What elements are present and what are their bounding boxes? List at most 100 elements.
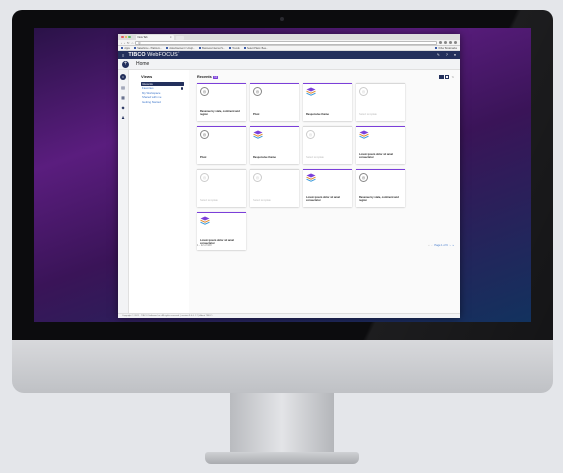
- recent-item-name: Lorem ipsum dolor sit amet consectetur: [306, 195, 341, 202]
- monitor-chin: [12, 340, 553, 393]
- tools-icon[interactable]: ✎: [437, 53, 440, 57]
- recent-item-card[interactable]: Lorem ipsum dolor sit amet consectetur: [356, 126, 405, 164]
- address-bar[interactable]: Q: [135, 40, 437, 45]
- extension-icon[interactable]: [444, 41, 447, 44]
- bookmark-item[interactable]: Trends: [228, 47, 240, 50]
- bookmark-item[interactable]: Business Internet S...: [198, 46, 225, 50]
- home-rail-icon[interactable]: ⌂: [120, 74, 126, 80]
- recent-item-card[interactable]: Lorem ipsum dolor sit amet consectetur: [303, 169, 352, 207]
- recent-item-name: Lorem ipsum dolor sit amet consectetur: [359, 152, 394, 159]
- page-text: Page 1 of 9: [434, 244, 448, 247]
- recent-item-card[interactable]: ◎ Select template: [303, 126, 352, 164]
- app-header: ≡ TIBCO WebFOCUS® ✎ ? ●: [118, 51, 460, 59]
- content-rail-icon[interactable]: ▤: [121, 85, 125, 90]
- new-tab-button[interactable]: [175, 35, 184, 40]
- views-title: Views: [141, 74, 153, 79]
- forward-icon[interactable]: ›: [124, 41, 125, 45]
- header-icons: ✎ ? ●: [437, 53, 456, 57]
- window-controls: [121, 35, 131, 39]
- data-rail-icon[interactable]: ▦: [121, 95, 125, 100]
- recent-item-name: Select template: [200, 198, 218, 202]
- first-page-icon[interactable]: «: [428, 244, 429, 247]
- browser-window: New Tab × ‹ › ↻ ⌂ Q Apps Salesforce - Pl…: [118, 34, 460, 318]
- recent-item-card[interactable]: ◎ Select template: [197, 169, 246, 207]
- folder-icon: [435, 46, 438, 50]
- bookmark-item[interactable]: Advertisement / Unspl...: [165, 47, 195, 50]
- hamburger-menu-icon[interactable]: ≡: [122, 53, 124, 58]
- pager: « ‹ Page 1 of 9 › »: [428, 244, 454, 247]
- last-page-icon[interactable]: »: [453, 244, 454, 247]
- pagination-bar: 1 - 12 of 100 « ‹ Page 1 of 9 › »: [197, 244, 454, 247]
- recent-item-card[interactable]: ◎ Revenue by state, continent and region: [197, 83, 246, 121]
- recent-item-name: Select template: [306, 155, 324, 159]
- view-getting-started[interactable]: Getting Started: [141, 100, 184, 104]
- home-icon[interactable]: ⌂: [132, 41, 134, 45]
- create-new-button[interactable]: +: [122, 60, 129, 68]
- recents-grid: ◎ Revenue by state, continent and region ◎…: [197, 83, 454, 250]
- people-rail-icon[interactable]: ♟: [121, 115, 125, 120]
- chart-icon: ◎: [253, 87, 262, 96]
- prev-page-icon[interactable]: ‹: [432, 244, 433, 247]
- bookmark-star-icon[interactable]: [439, 41, 442, 44]
- next-page-icon[interactable]: ›: [450, 244, 451, 247]
- bookmark-item[interactable]: Select Plans: Bea...: [243, 46, 268, 50]
- recent-item-card[interactable]: Responsive theme: [250, 126, 299, 164]
- bookmark-icon: [243, 46, 246, 50]
- page-header: + Home: [118, 59, 460, 70]
- grid-view-icon[interactable]: [439, 74, 444, 80]
- layers-icon: [200, 216, 210, 225]
- profile-icon[interactable]: [449, 41, 452, 44]
- list-view-icon[interactable]: [445, 74, 450, 80]
- recent-item-card[interactable]: ◎ Pivot: [250, 83, 299, 121]
- layers-icon: [253, 130, 263, 139]
- other-bookmarks[interactable]: Other Bookmarks: [435, 47, 457, 50]
- chart-icon: ◎: [200, 173, 209, 182]
- recent-item-card[interactable]: ◎ Pivot: [197, 126, 246, 164]
- app-logo: TIBCO WebFOCUS®: [128, 52, 180, 58]
- maximize-window-button[interactable]: [128, 35, 131, 39]
- chart-icon: ◎: [200, 87, 209, 96]
- reload-icon[interactable]: ↻: [127, 41, 130, 45]
- tab-close-icon[interactable]: ×: [170, 36, 172, 39]
- bookmark-item[interactable]: Apps: [121, 47, 130, 50]
- apps-rail-icon[interactable]: ◆: [121, 105, 124, 110]
- chart-icon: ◎: [359, 173, 368, 182]
- chart-icon: ◎: [359, 87, 368, 96]
- recent-item-card[interactable]: ◎ Revenue by state, continent and region: [356, 169, 405, 207]
- camera: [280, 17, 284, 21]
- recent-item-name: Revenue by state, continent and region: [200, 109, 240, 116]
- bookmark-icon: [198, 46, 202, 50]
- recent-item-card[interactable]: Responsive theme: [303, 83, 352, 121]
- user-icon[interactable]: ●: [454, 53, 456, 57]
- menu-icon[interactable]: [454, 41, 457, 44]
- range-text: 1 - 12 of 100: [197, 244, 212, 247]
- chart-icon: ◎: [253, 173, 262, 182]
- back-icon[interactable]: ‹: [121, 41, 122, 45]
- recents-header: Recents 12 ⇅: [197, 74, 454, 80]
- help-icon[interactable]: ?: [446, 53, 448, 57]
- close-window-button[interactable]: [121, 35, 124, 39]
- app-body: ⌂ ▤ ▦ ◆ ♟ Views Recents Favorites My Wor…: [118, 70, 460, 313]
- screen: New Tab × ‹ › ↻ ⌂ Q Apps Salesforce - Pl…: [34, 28, 531, 322]
- layers-icon: [306, 87, 316, 96]
- chart-icon: ◎: [306, 130, 315, 139]
- recent-item-card[interactable]: ◎ Select template: [250, 169, 299, 207]
- recent-item-name: Select template: [359, 112, 377, 116]
- status-bar: Copyright © 2021 · TIBCO Software Inc. A…: [118, 313, 460, 318]
- bookmark-item[interactable]: Salesforce - Platinum...: [133, 47, 162, 50]
- recent-item-name: Responsive theme: [306, 112, 329, 116]
- minimize-window-button[interactable]: [124, 35, 127, 39]
- sort-icon[interactable]: ⇅: [451, 75, 454, 79]
- browser-tab[interactable]: New Tab ×: [135, 35, 174, 40]
- recent-item-name: Revenue by state, continent and region: [359, 195, 399, 202]
- recents-title: Recents: [197, 75, 212, 79]
- chart-icon: ◎: [200, 130, 209, 139]
- recent-item-card[interactable]: ◎ Select template: [356, 83, 405, 121]
- main-content: Recents 12 ⇅ ◎ Revenue by state, continen…: [189, 70, 460, 313]
- recents-count-badge: 12: [213, 75, 218, 79]
- recent-item-name: Pivot: [253, 112, 260, 116]
- recent-item-name: Select template: [253, 198, 271, 202]
- page-title: Home: [136, 61, 150, 67]
- favorites-badge: [180, 87, 183, 90]
- layers-icon: [359, 130, 369, 139]
